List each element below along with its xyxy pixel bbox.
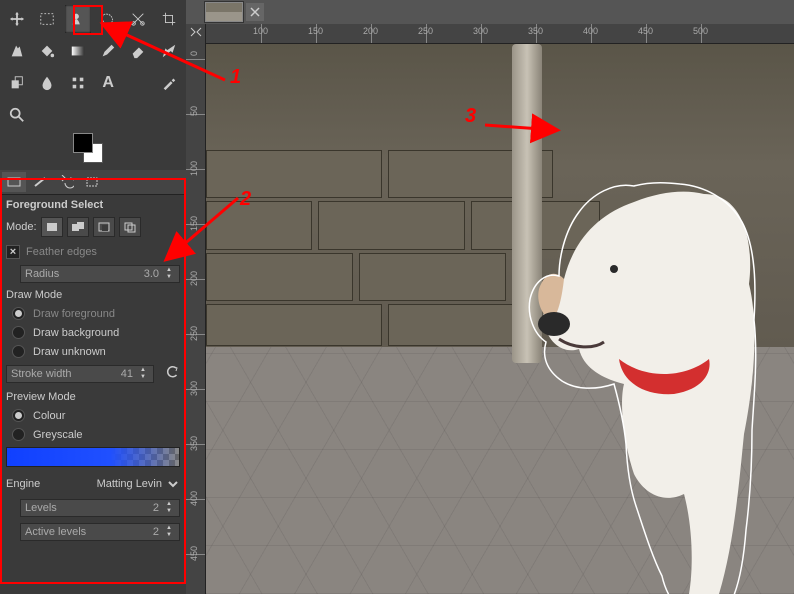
stroke-width-input[interactable]: Stroke width 41 ▲▼: [6, 365, 154, 383]
device-status-tab[interactable]: [28, 172, 52, 192]
canvas-area: 050100150200250300350400450 100150200250…: [186, 0, 794, 594]
tool-options-title: Foreground Select: [6, 199, 180, 211]
pencil-tool[interactable]: [95, 37, 121, 65]
preview-greyscale-label: Greyscale: [33, 429, 83, 441]
image-thumbnail[interactable]: [204, 1, 244, 23]
draw-background-radio[interactable]: [12, 326, 25, 339]
draw-unknown-label: Draw unknown: [33, 346, 106, 358]
ruler-origin-icon[interactable]: [189, 26, 203, 38]
empty-tool-slot: [156, 101, 182, 129]
radius-value: 3.0: [144, 268, 159, 280]
empty-tool-slot: [65, 101, 91, 129]
stroke-width-value: 41: [121, 368, 133, 380]
levels-input[interactable]: Levels 2 ▲▼: [20, 499, 180, 517]
engine-label: Engine: [6, 478, 40, 490]
preview-colour-radio[interactable]: [12, 409, 25, 422]
feather-edges-checkbox[interactable]: [6, 245, 20, 259]
rect-select-tool[interactable]: [34, 5, 60, 33]
radius-label: Radius: [25, 268, 59, 280]
active-levels-value: 2: [153, 526, 159, 538]
thumbnail-bar: [186, 0, 794, 24]
draw-foreground-label: Draw foreground: [33, 308, 115, 320]
levels-value: 2: [153, 502, 159, 514]
move-tool[interactable]: [4, 5, 30, 33]
gradient-tool[interactable]: [65, 37, 91, 65]
draw-mode-label: Draw Mode: [6, 289, 180, 301]
eraser-tool[interactable]: [125, 37, 151, 65]
active-levels-spinner[interactable]: ▲▼: [163, 525, 175, 539]
options-tabs: [0, 170, 186, 195]
tool-options-panel: Foreground Select Mode: Feather edges Ra…: [0, 195, 186, 594]
zoom-tool[interactable]: [4, 101, 30, 129]
scissors-select-tool[interactable]: [125, 5, 151, 33]
airbrush-tool[interactable]: [156, 37, 182, 65]
text-tool[interactable]: A: [95, 69, 121, 97]
fuzzy-select-tool[interactable]: [4, 37, 30, 65]
free-select-tool[interactable]: [95, 5, 121, 33]
mode-replace[interactable]: [41, 217, 63, 237]
color-swatch[interactable]: [73, 133, 113, 163]
reset-stroke-width-icon[interactable]: [164, 364, 180, 383]
dog-subject: [504, 124, 784, 594]
levels-spinner[interactable]: ▲▼: [163, 501, 175, 515]
undo-history-tab[interactable]: [54, 172, 78, 192]
empty-tool-slot: [95, 101, 121, 129]
smudge-tool[interactable]: [34, 69, 60, 97]
foreground-select-tool[interactable]: [65, 5, 91, 33]
mode-label: Mode:: [6, 221, 37, 233]
chevron-down-icon: [166, 477, 180, 491]
annotation-1-label: 1: [230, 66, 241, 89]
active-levels-label: Active levels: [25, 526, 86, 538]
engine-value: Matting Levin: [97, 478, 162, 490]
mode-add[interactable]: [67, 217, 89, 237]
stroke-width-label: Stroke width: [11, 368, 72, 380]
foreground-color[interactable]: [73, 133, 93, 153]
radius-input[interactable]: Radius 3.0 ▲▼: [20, 265, 180, 283]
annotation-2-label: 2: [240, 188, 251, 211]
draw-background-label: Draw background: [33, 327, 119, 339]
crop-tool[interactable]: [156, 5, 182, 33]
stroke-width-spinner[interactable]: ▲▼: [137, 367, 149, 381]
preview-greyscale-radio[interactable]: [12, 428, 25, 441]
close-image-button[interactable]: [246, 3, 264, 21]
color-picker-tool[interactable]: [156, 69, 182, 97]
active-levels-input[interactable]: Active levels 2 ▲▼: [20, 523, 180, 541]
draw-unknown-radio[interactable]: [12, 345, 25, 358]
levels-label: Levels: [25, 502, 57, 514]
mode-intersect[interactable]: [119, 217, 141, 237]
tool-options-tab[interactable]: [2, 172, 26, 192]
empty-tool-slot: [34, 101, 60, 129]
radius-spinner[interactable]: ▲▼: [163, 267, 175, 281]
horizontal-ruler: 100150200250300350400450500: [206, 24, 794, 44]
clone-tool[interactable]: [4, 69, 30, 97]
preview-colour-label: Colour: [33, 410, 65, 422]
preview-color-swatch[interactable]: [6, 447, 180, 467]
draw-foreground-radio[interactable]: [12, 307, 25, 320]
canvas[interactable]: [206, 44, 794, 594]
bucket-fill-tool[interactable]: [34, 37, 60, 65]
mode-subtract[interactable]: [93, 217, 115, 237]
left-panel: A Foreground Select: [0, 0, 186, 594]
annotation-3-label: 3: [465, 105, 476, 128]
engine-dropdown[interactable]: Matting Levin: [97, 477, 180, 491]
empty-tool-slot: [125, 69, 151, 97]
vertical-ruler: 050100150200250300350400450: [186, 24, 206, 594]
feather-edges-label: Feather edges: [26, 246, 97, 258]
align-tool[interactable]: [65, 69, 91, 97]
toolbox: A: [0, 0, 186, 170]
images-tab[interactable]: [80, 172, 104, 192]
empty-tool-slot: [125, 101, 151, 129]
preview-mode-label: Preview Mode: [6, 391, 180, 403]
